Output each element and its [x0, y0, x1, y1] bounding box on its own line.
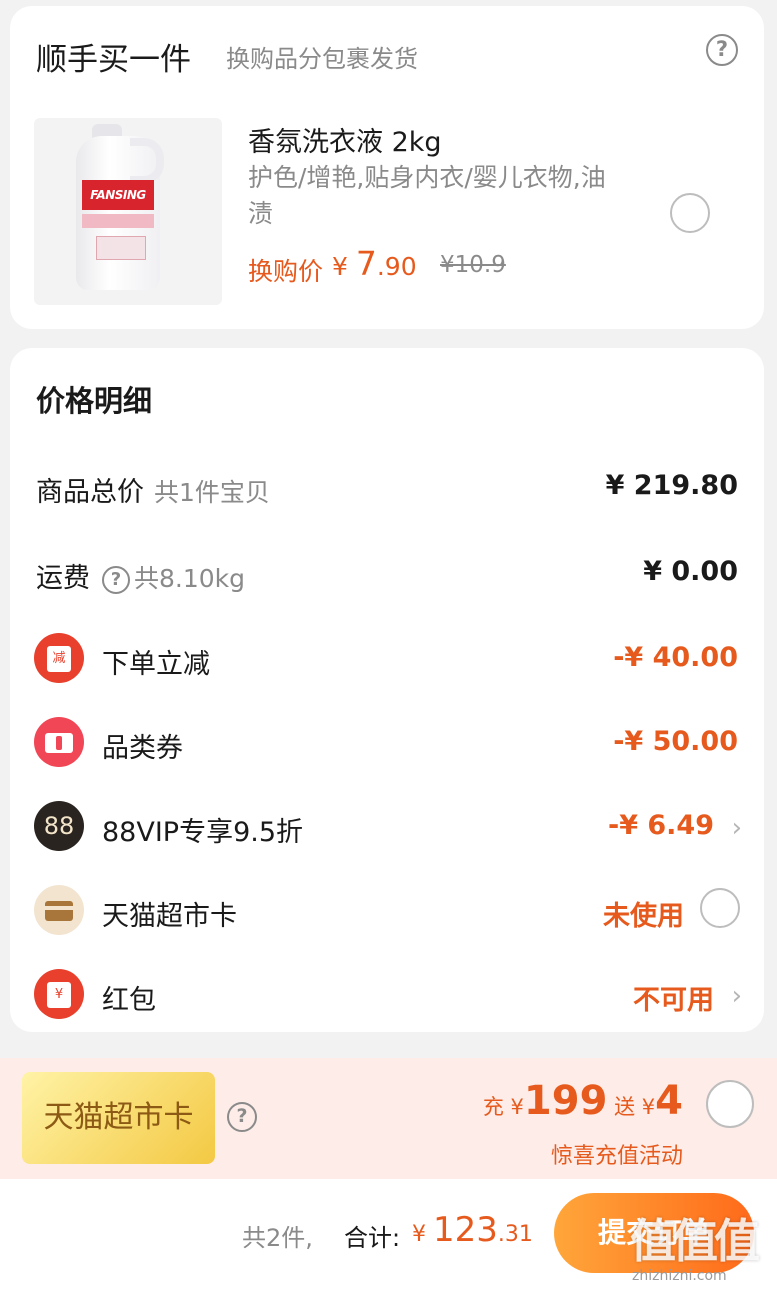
buy-one-subtitle: 换购品分包裹发货: [226, 45, 418, 73]
goods-total-value: ¥ 219.80: [605, 470, 738, 501]
bottle-tag-shape: [96, 236, 146, 260]
charge-currency: ¥: [510, 1095, 524, 1119]
bottle-handle-shape: [130, 138, 164, 184]
product-image[interactable]: FANSING: [34, 118, 222, 305]
supermarket-card-value: 未使用: [603, 901, 684, 932]
ticket-icon: [34, 717, 84, 767]
item-count: 共2件,: [242, 1224, 313, 1252]
card-icon: [34, 885, 84, 935]
red-packet-label: 红包: [102, 985, 156, 1016]
gift-amount: 4: [655, 1078, 683, 1124]
total-int: 123: [433, 1210, 498, 1250]
gift-currency: ¥: [641, 1095, 656, 1119]
shipping-label: 运费: [36, 563, 90, 594]
category-coupon-value: -¥ 50.00: [613, 726, 738, 757]
charge-amount: 199: [523, 1078, 608, 1124]
watermark: 值值值: [630, 1214, 760, 1268]
swap-price-label: 换购价: [248, 257, 324, 286]
shipping-help-icon[interactable]: ?: [102, 566, 130, 594]
swap-price: ¥ 7.90: [332, 244, 417, 283]
red-packet-value: 不可用: [633, 985, 714, 1016]
original-price: ¥10.9: [440, 252, 506, 278]
row-88vip[interactable]: 88 88VIP专享9.5折 -¥ 6.49 ›: [10, 796, 764, 856]
help-circle-icon[interactable]: ?: [706, 34, 738, 66]
row-goods-total: 商品总价 共1件宝贝 ¥ 219.80: [10, 456, 764, 516]
row-shipping: 运费? 共8.10kg ¥ 0.00: [10, 542, 764, 602]
swap-price-currency: ¥: [332, 252, 348, 281]
price-detail-card: 价格明细 商品总价 共1件宝贝 ¥ 219.80 运费? 共8.10kg ¥ 0.0…: [10, 348, 764, 1032]
watermark-url: zhizhizhi.com: [632, 1268, 727, 1284]
chevron-right-icon[interactable]: ›: [732, 981, 742, 1011]
goods-total-label: 商品总价: [36, 477, 144, 508]
product-name[interactable]: 香氛洗衣液 2kg: [248, 120, 442, 159]
vip-discount-label: 88VIP专享9.5折: [102, 817, 304, 848]
supermarket-card-label: 天猫超市卡: [102, 901, 237, 932]
bottle-band-shape: [82, 214, 154, 228]
reduce-badge-icon: 减: [34, 633, 84, 683]
vip-88-icon: 88: [34, 801, 84, 851]
goods-total-note: 共1件宝贝: [154, 478, 270, 507]
product-image-brand: FANSING: [82, 180, 154, 210]
row-order-discount: 减 下单立减 -¥ 40.00: [10, 628, 764, 688]
product-description: 护色/增艳,贴身内衣/婴儿衣物,油渍: [248, 163, 606, 228]
category-coupon-label: 品类券: [102, 733, 183, 764]
total-currency: ¥: [412, 1222, 426, 1247]
recharge-offer[interactable]: 充 ¥199 送 ¥4: [483, 1078, 683, 1124]
shipping-value: ¥ 0.00: [643, 556, 738, 587]
charge-label: 充: [482, 1095, 504, 1119]
chevron-right-icon[interactable]: ›: [732, 813, 742, 843]
supermarket-card-radio[interactable]: [700, 888, 740, 928]
buy-one-title: 顺手买一件: [36, 42, 191, 78]
row-red-packet[interactable]: ¥ 红包 不可用 ›: [10, 964, 764, 1024]
price-detail-title: 价格明细: [36, 384, 153, 418]
swap-price-int: 7: [355, 244, 377, 283]
row-category-coupon[interactable]: 品类券 -¥ 50.00: [10, 712, 764, 772]
shipping-note: 共8.10kg: [134, 564, 246, 593]
recharge-subtitle: 惊喜充值活动: [550, 1144, 683, 1169]
order-discount-value: -¥ 40.00: [613, 642, 738, 673]
help-circle-icon[interactable]: ?: [227, 1102, 257, 1132]
red-packet-icon: ¥: [34, 969, 84, 1019]
row-supermarket-card: 天猫超市卡 未使用: [10, 880, 764, 940]
gift-label: 送: [614, 1095, 636, 1119]
order-discount-label: 下单立减: [102, 649, 210, 680]
product-select-radio[interactable]: [670, 193, 710, 233]
recharge-radio[interactable]: [706, 1080, 754, 1128]
vip-discount-value: -¥ 6.49: [607, 810, 714, 841]
total-amount: ¥ 123.31: [412, 1210, 533, 1250]
supermarket-card-badge: 天猫超市卡: [22, 1072, 215, 1164]
total-dec: .31: [497, 1222, 533, 1247]
buy-one-card: 顺手买一件 换购品分包裹发货 ? FANSING 香氛洗衣液 2kg 护色/增艳…: [10, 6, 764, 329]
total-label: 合计:: [344, 1224, 401, 1252]
swap-price-dec: .90: [376, 252, 417, 281]
